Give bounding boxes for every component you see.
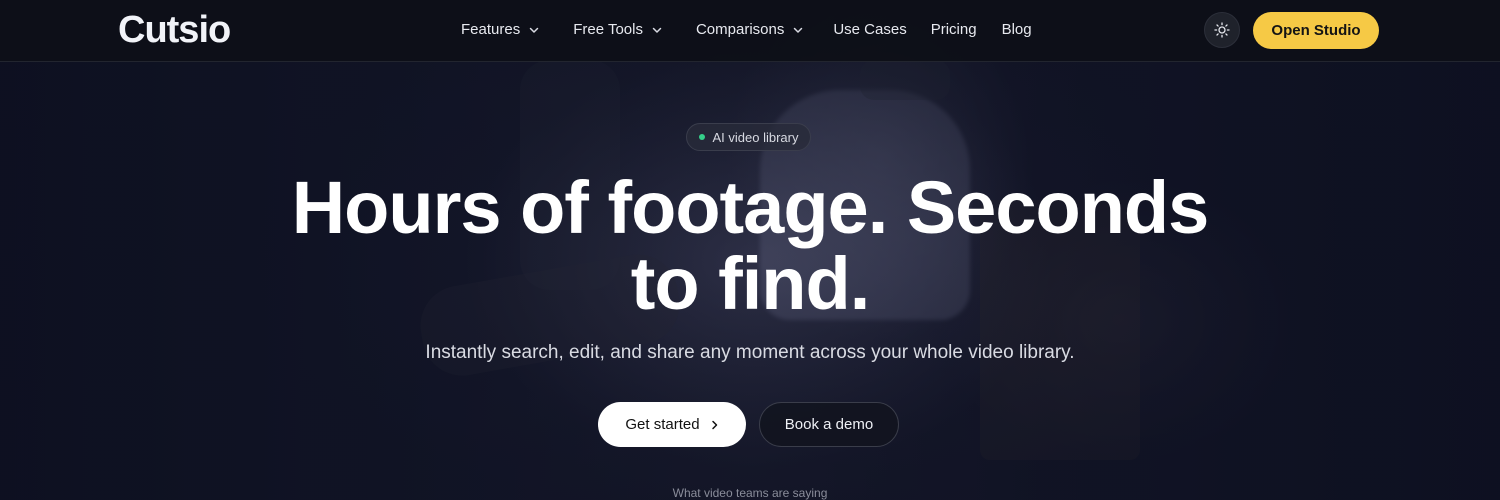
hero-badge-label: AI video library (712, 129, 799, 145)
hero-headline-line-2: to find. (630, 242, 871, 325)
get-started-button[interactable]: Get started (598, 402, 746, 447)
nav-item-features[interactable]: Features (461, 21, 539, 38)
nav-links: Features Free Tools Comparisons Use Case… (461, 21, 1032, 38)
brand-logo[interactable]: Cutsio (118, 9, 231, 52)
nav-item-label: Free Tools (573, 21, 643, 38)
top-navigation: Cutsio Features Free Tools Comparisons U… (0, 0, 1500, 62)
nav-item-comparisons[interactable]: Comparisons (696, 21, 803, 38)
chevron-down-icon (529, 27, 539, 33)
chevron-right-icon (711, 420, 717, 429)
sun-icon (1214, 22, 1230, 38)
nav-item-free-tools[interactable]: Free Tools (573, 21, 662, 38)
testimonials-heading: What video teams are saying (672, 486, 828, 500)
nav-item-pricing[interactable]: Pricing (931, 21, 977, 38)
open-studio-button[interactable]: Open Studio (1253, 12, 1379, 49)
get-started-label: Get started (625, 416, 700, 433)
nav-item-label: Use Cases (833, 21, 907, 38)
nav-item-label: Blog (1001, 21, 1032, 38)
hero-badge: AI video library (686, 123, 811, 151)
nav-item-label: Features (461, 21, 521, 38)
nav-item-label: Pricing (930, 21, 977, 38)
hero-headline-line-1: Hours of footage. Seconds (291, 166, 1210, 249)
chevron-down-icon (652, 27, 662, 33)
theme-toggle-button[interactable] (1204, 12, 1240, 48)
chevron-down-icon (794, 27, 803, 33)
status-dot-icon (698, 134, 705, 140)
nav-item-use-cases[interactable]: Use Cases (833, 21, 906, 38)
hero-headline: Hours of footage. Seconds to find. (0, 170, 1500, 322)
nav-item-blog[interactable]: Blog (1002, 21, 1032, 38)
book-demo-button[interactable]: Book a demo (759, 402, 899, 447)
nav-item-label: Comparisons (695, 21, 785, 38)
hero-subheadline: Instantly search, edit, and share any mo… (425, 342, 1075, 363)
